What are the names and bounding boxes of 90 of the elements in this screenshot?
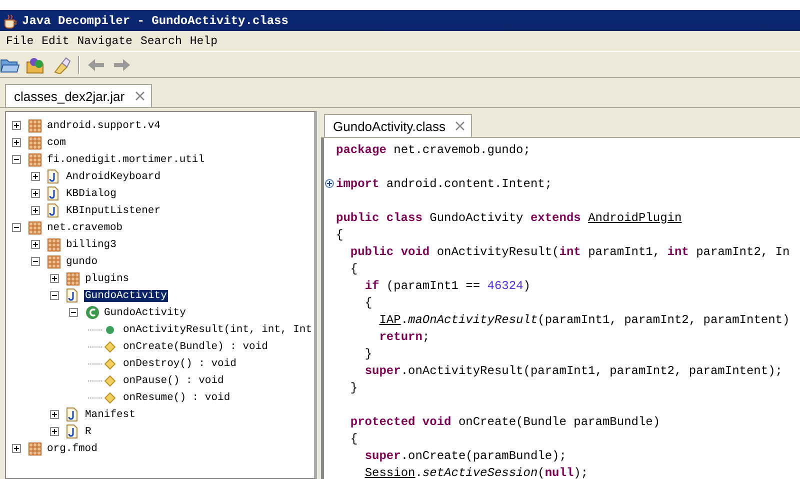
tree-item[interactable]: GundoActivity <box>84 290 168 302</box>
expand-icon[interactable] <box>50 427 59 436</box>
collapse-icon[interactable] <box>69 308 78 317</box>
tree-item[interactable]: GundoActivity <box>103 306 187 318</box>
java-file-icon <box>47 203 59 218</box>
folder-icon[interactable] <box>26 56 46 74</box>
collapse-icon[interactable] <box>50 291 59 300</box>
collapse-icon[interactable] <box>12 155 21 164</box>
tree-item[interactable]: net.cravemob <box>46 222 124 234</box>
tree-item[interactable]: onActivityResult(int, int, Int <box>122 324 314 336</box>
diamond-icon <box>104 340 116 352</box>
code-line: public void onActivityResult(int paramInt1, int paramInt2, In <box>349 244 791 260</box>
java-file-icon <box>66 407 78 422</box>
expand-icon[interactable] <box>31 240 40 249</box>
tree-item[interactable]: org.fmod <box>46 442 98 454</box>
code-line: } <box>364 346 374 362</box>
code-line: super.onActivityResult(paramInt1, paramInt2, paramIntent); <box>364 362 784 379</box>
expand-icon[interactable] <box>12 121 21 130</box>
tree-item[interactable]: Manifest <box>84 408 136 420</box>
package-icon <box>28 136 42 150</box>
code-line: return; <box>378 328 431 345</box>
tree-item[interactable]: onPause() : void <box>122 374 225 386</box>
code-line: protected void onCreate(Bundle paramBundle) <box>349 414 662 430</box>
code-line: import android.content.Intent; <box>336 176 552 190</box>
connector-line <box>88 328 104 330</box>
dot-icon <box>104 324 116 336</box>
connector-line <box>88 380 104 382</box>
expand-icon[interactable] <box>31 189 40 198</box>
tree-item[interactable]: plugins <box>84 272 130 284</box>
class-icon <box>85 305 100 320</box>
code-line: { <box>364 294 374 311</box>
expand-icon[interactable] <box>325 179 334 188</box>
code-line: if (paramInt1 == 46324) <box>364 278 532 294</box>
expand-icon[interactable] <box>12 138 21 147</box>
code-line: } <box>349 380 359 396</box>
tree-item[interactable]: KBDialog <box>65 188 118 200</box>
package-icon <box>47 238 61 252</box>
file-tab[interactable]: GundoActivity.class <box>324 114 472 137</box>
tree-item[interactable]: gundo <box>65 256 99 268</box>
menu-item[interactable]: Navigate <box>73 34 136 48</box>
code-line: public class GundoActivity extends AndroidPlugin <box>336 210 683 226</box>
tree-item[interactable]: R <box>84 426 92 438</box>
file-tab[interactable]: classes_dex2jar.jar <box>5 84 152 107</box>
connector-line <box>88 396 104 398</box>
tree-item[interactable]: onResume() : void <box>122 392 232 404</box>
diamond-icon <box>104 392 116 404</box>
java-file-icon <box>66 424 78 439</box>
menu-item[interactable]: Edit <box>38 34 74 48</box>
window-title: Java Decompiler - GundoActivity.class <box>22 14 288 28</box>
code-line: package net.cravemob.gundo; <box>336 142 532 158</box>
coffee-cup-icon <box>2 12 18 28</box>
code-line: super.onCreate(paramBundle); <box>364 448 568 464</box>
code-line: IAP.maOnActivityResult(paramInt1, paramInt2, paramIntent) <box>378 312 791 328</box>
java-file-icon <box>47 186 59 201</box>
diamond-icon <box>104 374 116 386</box>
tree-item[interactable]: AndroidKeyboard <box>65 170 162 182</box>
code-line: { <box>349 430 359 447</box>
tree-item[interactable]: fi.onedigit.mortimer.util <box>46 154 206 166</box>
code-line: { <box>336 226 344 243</box>
package-icon <box>47 254 61 268</box>
code-line: Session.setActiveSession(null); <box>364 464 590 479</box>
package-icon <box>28 152 42 166</box>
menu-item[interactable]: Search <box>136 34 186 48</box>
diamond-icon <box>104 358 116 370</box>
package-icon <box>28 442 42 456</box>
expand-icon[interactable] <box>12 444 21 453</box>
tree-item[interactable]: com <box>46 136 67 148</box>
tree-item[interactable]: onCreate(Bundle) : void <box>122 340 269 352</box>
code-line: { <box>349 260 359 277</box>
tree-item[interactable]: billing3 <box>65 238 118 250</box>
tree-item[interactable]: onDestroy() : void <box>122 358 238 370</box>
connector-line <box>88 346 104 348</box>
connector-line <box>88 362 104 364</box>
menu-item[interactable]: File <box>2 34 38 48</box>
expand-icon[interactable] <box>31 206 40 215</box>
expand-icon[interactable] <box>50 410 59 419</box>
collapse-icon[interactable] <box>12 223 21 232</box>
java-file-icon <box>47 169 59 184</box>
java-file-icon <box>66 288 78 303</box>
close-icon[interactable] <box>134 91 145 101</box>
expand-icon[interactable] <box>31 172 40 181</box>
package-icon <box>28 220 42 234</box>
tree-item[interactable]: KBInputListener <box>65 204 162 216</box>
close-icon[interactable] <box>455 121 466 131</box>
package-icon <box>66 272 80 286</box>
menu-item[interactable]: Help <box>186 34 222 48</box>
package-icon <box>28 118 42 132</box>
expand-icon[interactable] <box>50 274 59 283</box>
tree-item[interactable]: android.support.v4 <box>46 120 162 132</box>
collapse-icon[interactable] <box>31 257 40 266</box>
